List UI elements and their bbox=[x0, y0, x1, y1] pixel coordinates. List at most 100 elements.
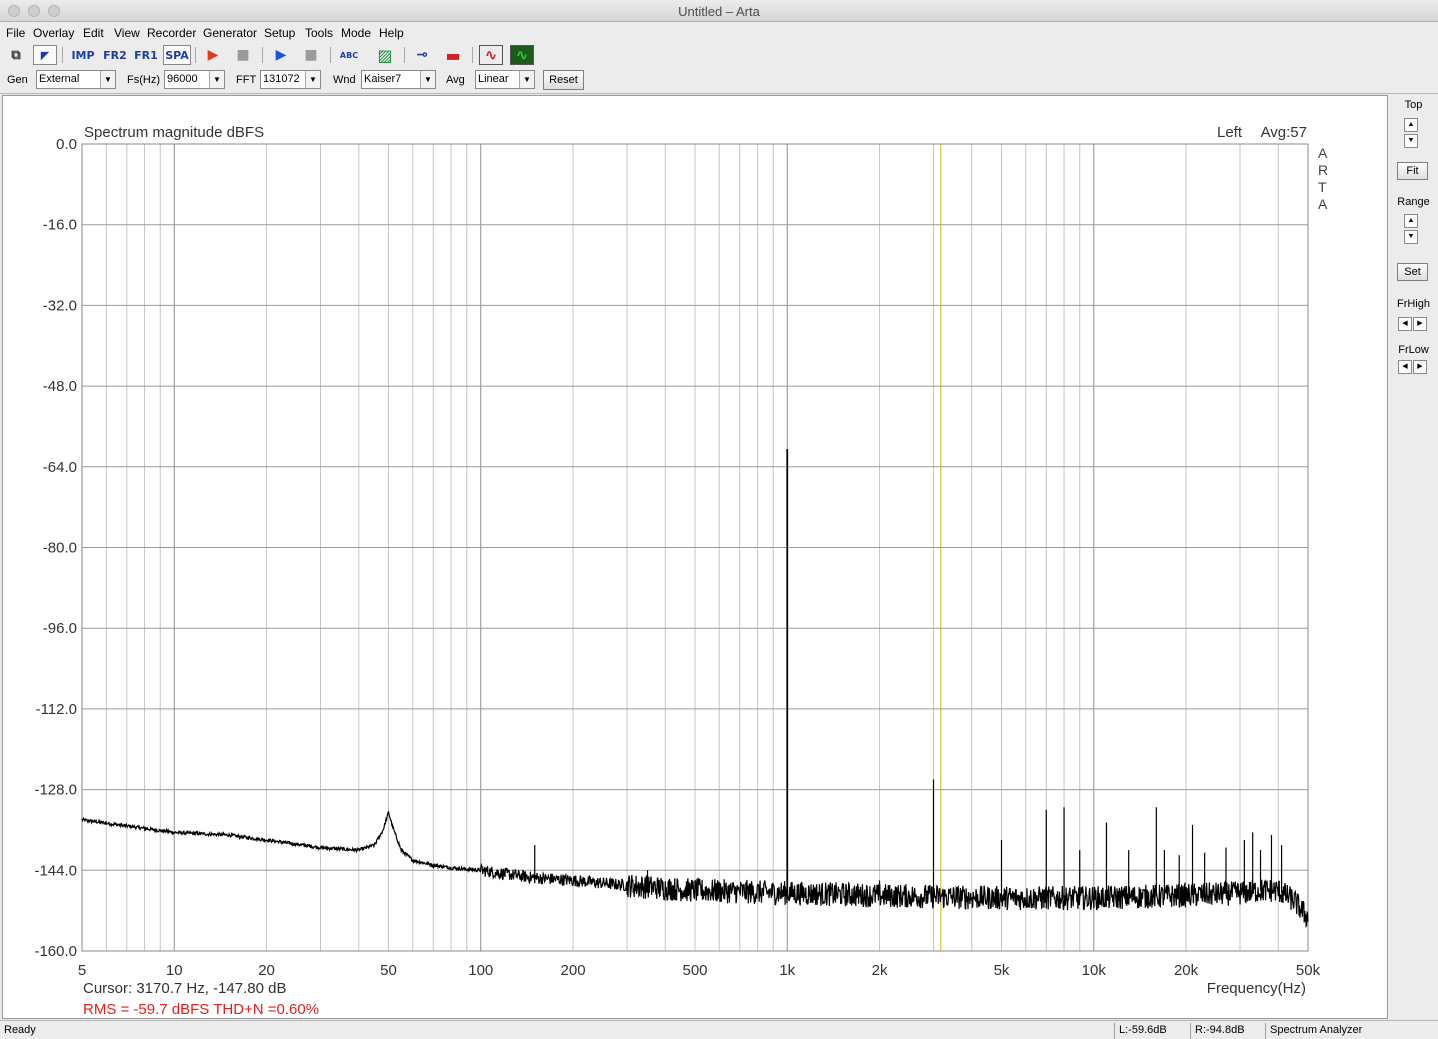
scope-icon[interactable]: ∿ bbox=[510, 45, 534, 65]
frhigh-right-button[interactable]: ▶ bbox=[1413, 317, 1427, 331]
chart-title: Spectrum magnitude dBFS bbox=[84, 124, 264, 141]
y-tick-label: -80.0 bbox=[43, 540, 77, 557]
spectrum-plot[interactable]: 0.0 -16.0 -32.0 -48.0 -64.0 -80.0 -96.0 -112.0 -… bbox=[2, 95, 1388, 1019]
chevron-down-icon: ▼ bbox=[519, 71, 534, 88]
status-ready: Ready bbox=[4, 1024, 36, 1036]
y-tick-label: -128.0 bbox=[34, 782, 77, 799]
status-right-level: R:-94.8dB bbox=[1190, 1023, 1262, 1039]
stop-play-icon[interactable]: ■ bbox=[299, 45, 323, 65]
range-down-button[interactable]: ▼ bbox=[1404, 230, 1418, 244]
sine-icon[interactable]: ∿ bbox=[479, 45, 503, 65]
play-icon[interactable]: ▶ bbox=[269, 45, 293, 65]
fft-label: FFT bbox=[236, 74, 257, 86]
menu-generator[interactable]: Generator bbox=[203, 26, 257, 40]
x-axis-label: Frequency(Hz) bbox=[1207, 980, 1306, 997]
gen-select[interactable]: External ▼ bbox=[36, 70, 116, 89]
x-tick-label: 5 bbox=[78, 962, 86, 979]
x-tick-label: 2k bbox=[872, 962, 888, 979]
y-tick-label: -96.0 bbox=[43, 620, 77, 637]
hatch-icon[interactable]: ▨ bbox=[373, 45, 397, 65]
pointer-icon[interactable]: ◤ bbox=[33, 45, 57, 65]
status-mode: Spectrum Analyzer bbox=[1265, 1023, 1419, 1039]
channel-label: Left bbox=[1217, 124, 1243, 141]
spa-mode-icon[interactable]: SPA bbox=[163, 45, 191, 65]
cursor-readout: Cursor: 3170.7 Hz, -147.80 dB bbox=[83, 980, 286, 997]
status-left-level: L:-59.6dB bbox=[1114, 1023, 1186, 1039]
y-tick-label: -48.0 bbox=[43, 378, 77, 395]
wnd-value: Kaiser7 bbox=[364, 73, 402, 85]
top-label: Top bbox=[1404, 99, 1423, 111]
fft-select[interactable]: 131072 ▼ bbox=[260, 70, 321, 89]
menu-view[interactable]: View bbox=[114, 26, 140, 40]
y-tick-label: -64.0 bbox=[43, 459, 77, 476]
fs-label: Fs(Hz) bbox=[127, 74, 160, 86]
frlow-label: FrLow bbox=[1398, 344, 1429, 356]
menu-edit[interactable]: Edit bbox=[83, 26, 104, 40]
chevron-down-icon: ▼ bbox=[100, 71, 115, 88]
stop-record-icon[interactable]: ■ bbox=[231, 45, 255, 65]
reset-button[interactable]: Reset bbox=[543, 70, 584, 90]
y-tick-label: -32.0 bbox=[43, 297, 77, 314]
frlow-right-button[interactable]: ▶ bbox=[1413, 360, 1427, 374]
toolbar-separator bbox=[472, 47, 473, 63]
avg-select[interactable]: Linear ▼ bbox=[475, 70, 535, 89]
range-label: Range bbox=[1397, 196, 1430, 208]
control-bar: Gen External ▼ Fs(Hz) 96000 ▼ FFT 131072 ▼ … bbox=[0, 67, 1438, 94]
record-icon[interactable]: ▶ bbox=[201, 45, 225, 65]
frhigh-label: FrHigh bbox=[1396, 298, 1430, 310]
menu-tools[interactable]: Tools bbox=[305, 26, 333, 40]
menu-bar: File Overlay Edit View Recorder Generato… bbox=[0, 23, 1438, 43]
menu-mode[interactable]: Mode bbox=[341, 26, 371, 40]
x-tick-label: 20k bbox=[1174, 962, 1199, 979]
brand-letter: A bbox=[1318, 196, 1328, 212]
brand-letter: A bbox=[1318, 145, 1328, 161]
x-axis-ticks: 5 10 20 50 100 200 500 1k 2k 5k 10k 20k 50k bbox=[78, 962, 1321, 979]
title-bar: Untitled – Arta bbox=[0, 0, 1438, 22]
abc-icon[interactable]: ABC bbox=[336, 45, 362, 65]
fr2-mode-icon[interactable]: FR2 bbox=[101, 45, 129, 65]
menu-help[interactable]: Help bbox=[379, 26, 404, 40]
wnd-select[interactable]: Kaiser7 ▼ bbox=[361, 70, 436, 89]
imp-mode-icon[interactable]: IMP bbox=[69, 45, 97, 65]
arta-brand: ARTA bbox=[1318, 145, 1328, 212]
copy-icon[interactable]: ⧉ bbox=[4, 45, 28, 65]
key-icon[interactable]: ⊸ bbox=[410, 45, 434, 65]
set-button[interactable]: Set bbox=[1397, 263, 1428, 281]
menu-file[interactable]: File bbox=[6, 26, 25, 40]
harmonic-peaks bbox=[534, 449, 1283, 899]
brand-letter: R bbox=[1318, 162, 1328, 178]
right-control-panel: Top ▲ ▼ Fit Range ▲ ▼ Set FrHigh ◀ ▶ FrL… bbox=[1389, 95, 1438, 1019]
grid bbox=[81, 143, 1309, 952]
toolbar-separator bbox=[195, 47, 196, 63]
frhigh-left-button[interactable]: ◀ bbox=[1398, 317, 1412, 331]
toolbar: ⧉ ◤ IMP FR2 FR1 SPA ▶ ■ ▶ ■ ABC ▨ ⊸ ▬ ∿ … bbox=[0, 43, 1438, 67]
brand-letter: T bbox=[1318, 179, 1327, 195]
fr1-mode-icon[interactable]: FR1 bbox=[132, 45, 160, 65]
spectrum-chart[interactable]: 0.0 -16.0 -32.0 -48.0 -64.0 -80.0 -96.0 -112.0 -… bbox=[3, 96, 1387, 1018]
y-tick-label: -112.0 bbox=[36, 701, 77, 718]
frlow-left-button[interactable]: ◀ bbox=[1398, 360, 1412, 374]
menu-recorder[interactable]: Recorder bbox=[147, 26, 196, 40]
chevron-down-icon: ▼ bbox=[209, 71, 224, 88]
gen-value: External bbox=[39, 73, 80, 85]
y-tick-label: -16.0 bbox=[43, 217, 77, 234]
range-up-button[interactable]: ▲ bbox=[1404, 214, 1418, 228]
top-down-button[interactable]: ▼ bbox=[1404, 134, 1418, 148]
fit-button[interactable]: Fit bbox=[1397, 162, 1428, 180]
toolbar-separator bbox=[330, 47, 331, 63]
chevron-down-icon: ▼ bbox=[420, 71, 435, 88]
menu-setup[interactable]: Setup bbox=[264, 26, 295, 40]
avg-value: Linear bbox=[478, 73, 509, 85]
x-tick-label: 50k bbox=[1296, 962, 1321, 979]
y-tick-label: 0.0 bbox=[56, 136, 77, 153]
top-up-button[interactable]: ▲ bbox=[1404, 118, 1418, 132]
y-tick-label: -160.0 bbox=[34, 943, 77, 960]
x-tick-label: 10 bbox=[166, 962, 183, 979]
y-axis-ticks: 0.0 -16.0 -32.0 -48.0 -64.0 -80.0 -96.0 -112.0 -… bbox=[34, 136, 77, 960]
fs-select[interactable]: 96000 ▼ bbox=[164, 70, 225, 89]
x-tick-label: 100 bbox=[468, 962, 493, 979]
menu-overlay[interactable]: Overlay bbox=[33, 26, 74, 40]
x-tick-label: 1k bbox=[779, 962, 795, 979]
bar-icon[interactable]: ▬ bbox=[441, 45, 465, 65]
y-tick-label: -144.0 bbox=[34, 862, 77, 879]
